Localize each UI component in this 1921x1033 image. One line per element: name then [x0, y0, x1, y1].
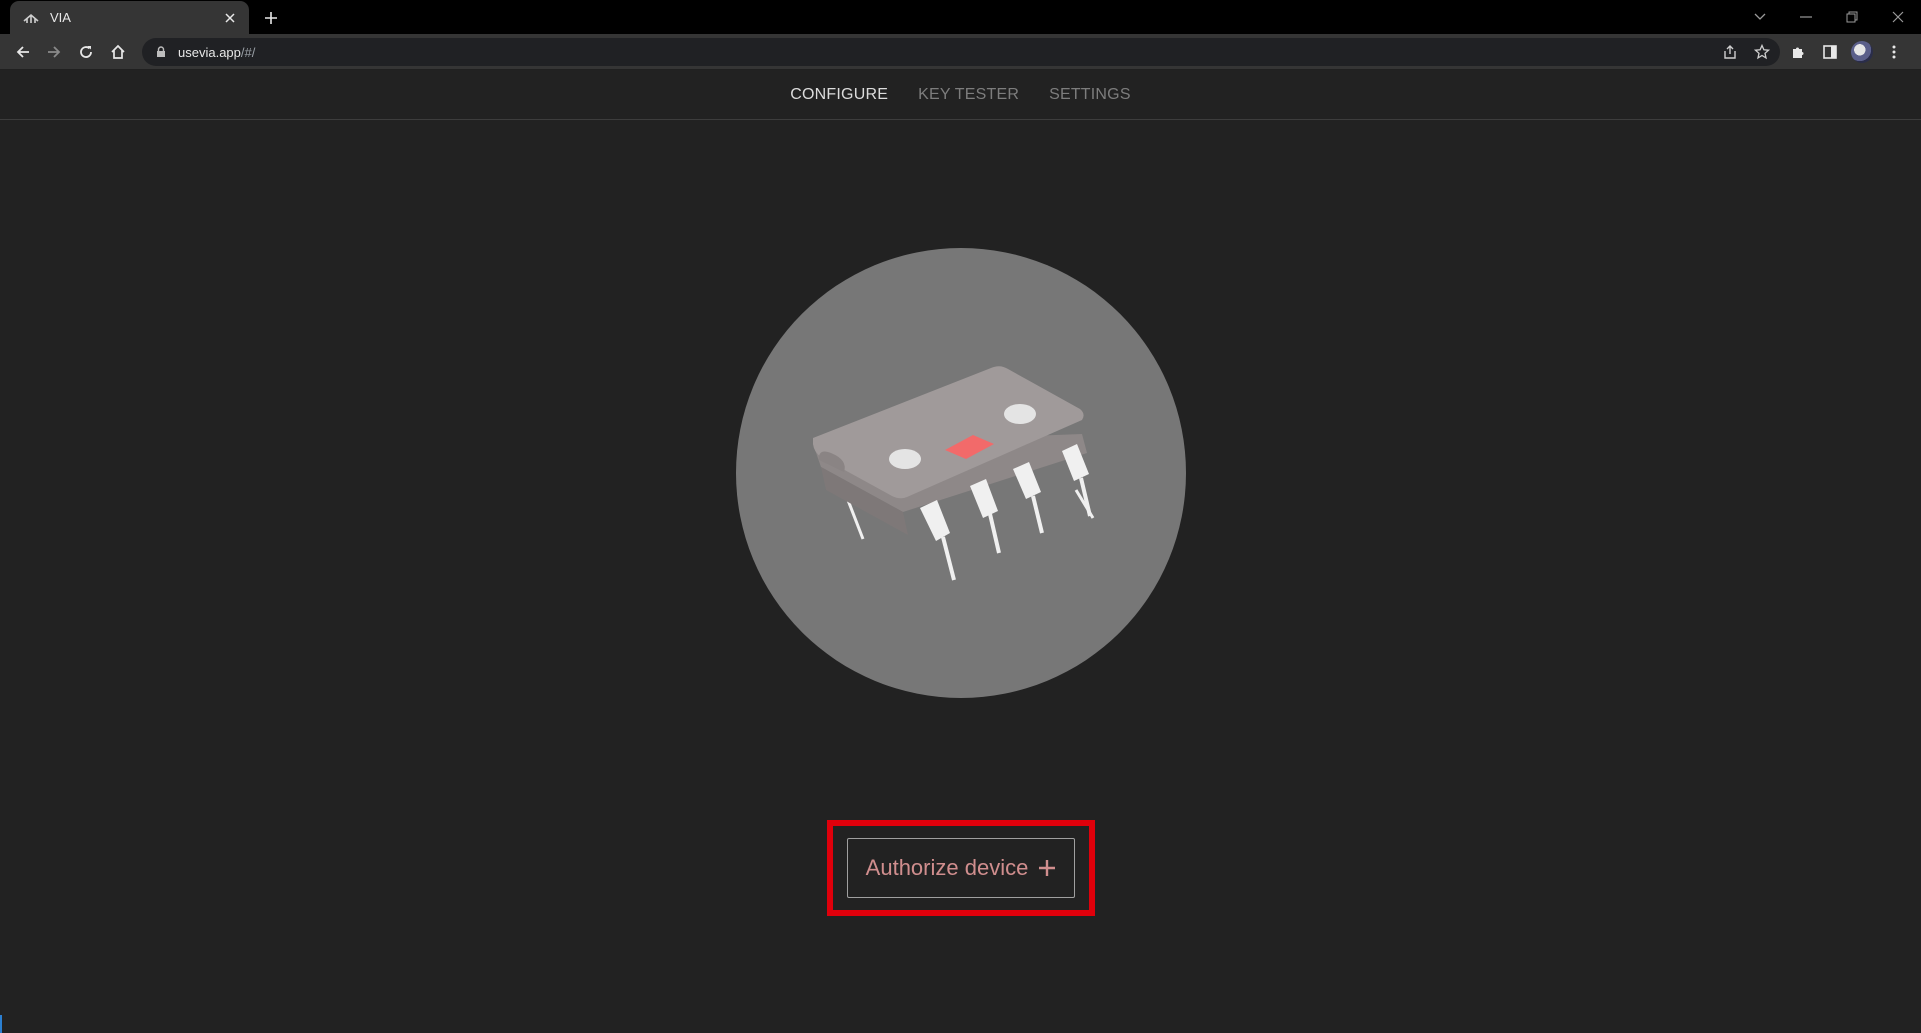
chip-dot-left	[889, 449, 921, 469]
chip-dot-right	[1004, 404, 1036, 424]
tab-search-icon[interactable]	[1737, 0, 1783, 34]
tab-close-icon[interactable]	[219, 7, 241, 29]
minimize-icon[interactable]	[1783, 0, 1829, 34]
browser-tabstrip: VIA	[0, 0, 1921, 34]
back-icon[interactable]	[10, 39, 36, 65]
bookmark-star-icon[interactable]	[1750, 40, 1774, 64]
home-icon[interactable]	[105, 39, 131, 65]
profile-avatar[interactable]	[1849, 39, 1875, 65]
reload-icon[interactable]	[73, 39, 99, 65]
restore-icon[interactable]	[1829, 0, 1875, 34]
extensions-puzzle-icon[interactable]	[1785, 39, 1811, 65]
window-edge-accent	[0, 1015, 2, 1033]
browser-toolbar: usevia.app/#/	[0, 34, 1921, 70]
nav-configure[interactable]: CONFIGURE	[790, 86, 888, 104]
share-icon[interactable]	[1718, 40, 1742, 64]
window-controls	[1737, 0, 1921, 34]
address-bar[interactable]: usevia.app/#/	[142, 38, 1780, 66]
new-tab-icon[interactable]	[258, 5, 284, 31]
chip-illustration	[736, 248, 1186, 698]
menu-kebab-icon[interactable]	[1881, 39, 1907, 65]
url-text: usevia.app/#/	[178, 45, 255, 60]
authorize-label: Authorize device	[865, 855, 1029, 880]
close-window-icon[interactable]	[1875, 0, 1921, 34]
tab-title: VIA	[50, 10, 71, 25]
nav-key-tester[interactable]: KEY TESTER	[918, 86, 1019, 104]
nav-settings[interactable]: SETTINGS	[1049, 86, 1131, 104]
avatar	[1851, 41, 1873, 63]
app-nav: CONFIGURE KEY TESTER SETTINGS	[0, 71, 1921, 120]
authorize-device-button[interactable]: Authorize device	[847, 838, 1075, 898]
forward-icon[interactable]	[41, 39, 67, 65]
url-path: /#/	[240, 44, 256, 60]
side-panel-icon[interactable]	[1817, 39, 1843, 65]
url-host: usevia.app	[178, 44, 241, 60]
chip-icon	[813, 366, 1095, 581]
browser-tab[interactable]: VIA	[10, 1, 249, 34]
via-favicon-icon	[22, 9, 40, 27]
via-app: CONFIGURE KEY TESTER SETTINGS Authorize …	[0, 71, 1921, 1033]
plus-icon	[1038, 859, 1056, 877]
lock-icon[interactable]	[154, 46, 168, 58]
